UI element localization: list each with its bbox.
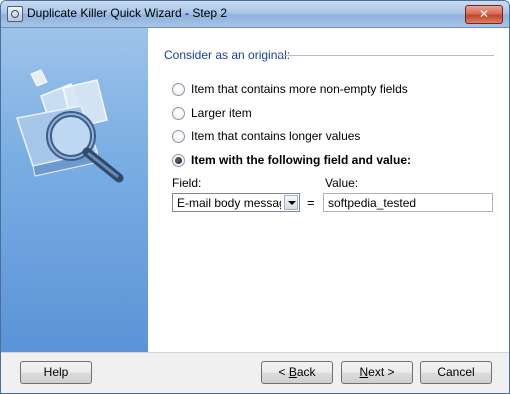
option-field-and-value[interactable]: Item with the following field and value: (172, 152, 411, 168)
back-button-rest: ack (296, 365, 316, 379)
radio-button-selected[interactable] (172, 153, 185, 167)
section-divider (278, 55, 494, 56)
radio-button[interactable] (172, 82, 185, 96)
value-input[interactable] (323, 193, 493, 212)
radio-button[interactable] (172, 129, 185, 143)
wizard-footer: Help < Back Next > Cancel (1, 352, 509, 393)
back-button-arrow: < (278, 365, 289, 379)
field-caption: Field: (172, 176, 202, 190)
next-button-mnemonic: N (359, 365, 369, 379)
option-longer-values[interactable]: Item that contains longer values (172, 128, 360, 144)
option-label: Item that contains more non-empty fields (191, 82, 408, 96)
next-button[interactable]: Next > (341, 361, 413, 384)
window-title: Duplicate Killer Quick Wizard - Step 2 (27, 6, 228, 20)
radio-button[interactable] (172, 106, 185, 120)
title-bar[interactable]: Duplicate Killer Quick Wizard - Step 2 ✕ (1, 1, 509, 28)
value-caption: Value: (325, 176, 359, 190)
wizard-content: Consider as an original: Item that conta… (148, 28, 509, 352)
cancel-button[interactable]: Cancel (420, 361, 492, 384)
chevron-down-icon[interactable] (284, 195, 298, 210)
option-label: Item that contains longer values (191, 129, 361, 143)
option-label: Larger item (191, 106, 252, 120)
section-heading: Consider as an original: (164, 48, 291, 62)
back-button[interactable]: < Back (261, 361, 333, 384)
option-label: Item with the following field and value: (191, 153, 412, 167)
app-icon (7, 6, 23, 22)
close-button[interactable]: ✕ (465, 5, 503, 24)
back-button-mnemonic: B (288, 365, 297, 379)
option-more-non-empty-fields[interactable]: Item that contains more non-empty fields (172, 81, 408, 97)
help-button[interactable]: Help (20, 361, 92, 384)
magnifier-illustration-icon (16, 69, 124, 183)
next-button-rest: ext > (368, 365, 395, 379)
field-select-value: E-mail body message ( (177, 196, 281, 210)
field-select[interactable]: E-mail body message ( (172, 193, 300, 212)
equals-sign: = (307, 195, 315, 210)
option-larger-item[interactable]: Larger item (172, 105, 252, 121)
wizard-window: Duplicate Killer Quick Wizard - Step 2 ✕… (0, 0, 510, 394)
wizard-side-panel (1, 28, 148, 352)
